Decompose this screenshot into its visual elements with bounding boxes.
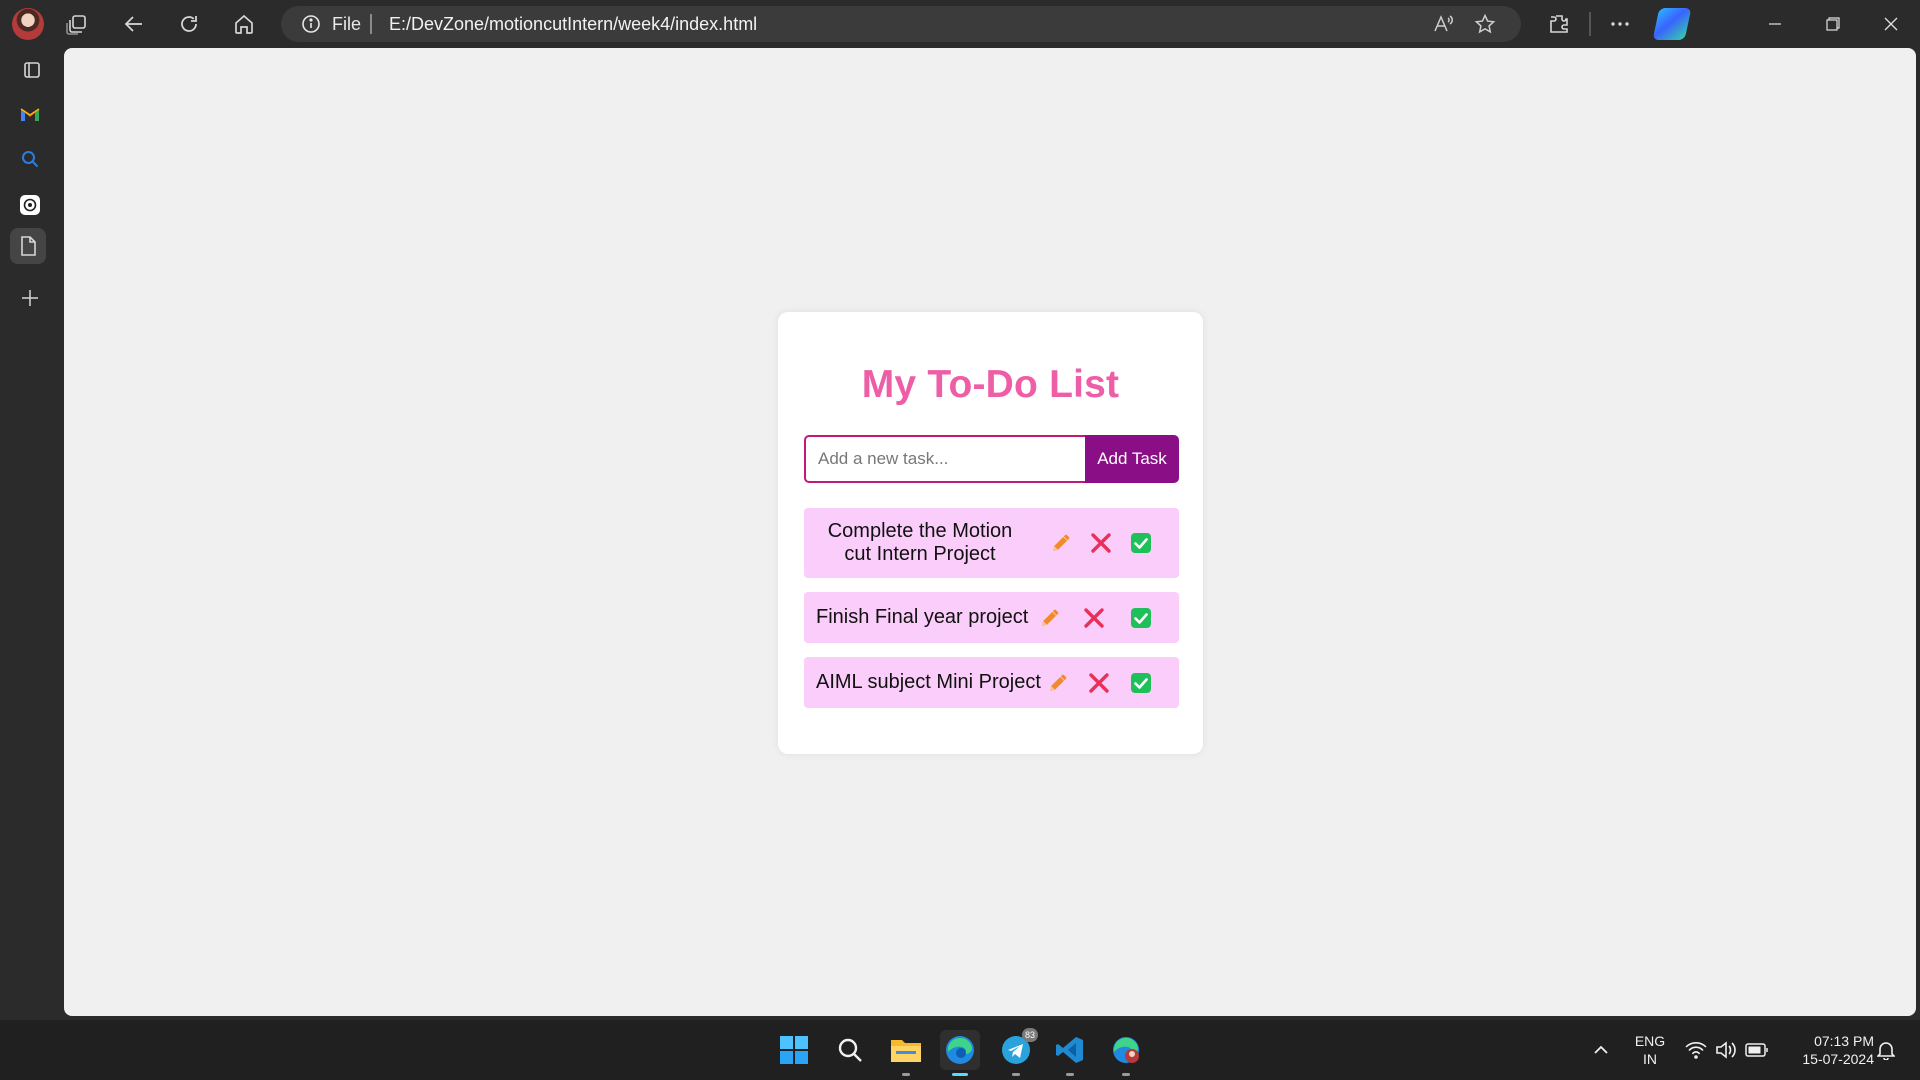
browser-toolbar: File E:/DevZone/motioncutIntern/week4/in… — [0, 0, 1920, 48]
notification-bell-icon[interactable] — [1866, 1030, 1906, 1070]
language-code: ENG — [1634, 1033, 1666, 1049]
address-divider — [370, 14, 372, 34]
close-window-icon[interactable] — [1868, 8, 1914, 40]
active-indicator — [952, 1073, 968, 1076]
restore-icon[interactable] — [1810, 8, 1856, 40]
system-clock[interactable]: 07:13 PM 15-07-2024 — [1780, 1032, 1874, 1068]
add-task-button[interactable]: Add Task — [1085, 435, 1179, 483]
site-info-icon[interactable] — [301, 14, 321, 34]
home-icon[interactable] — [230, 10, 258, 38]
task-item: Finish Final year project — [804, 592, 1179, 643]
address-bar[interactable]: File E:/DevZone/motioncutIntern/week4/in… — [281, 6, 1521, 42]
delete-x-icon[interactable] — [1088, 530, 1114, 556]
search-taskbar-icon[interactable] — [830, 1030, 870, 1070]
workspaces-icon[interactable] — [63, 10, 91, 38]
extensions-icon[interactable] — [1545, 10, 1573, 38]
running-indicator — [1122, 1073, 1130, 1076]
task-text: AIML subject Mini Project — [816, 671, 1041, 693]
minimize-icon[interactable] — [1752, 8, 1798, 40]
taskbar: 83 ENG IN 07:13 PM 15-07-2024 — [0, 1020, 1920, 1080]
windows-start-icon[interactable] — [774, 1030, 814, 1070]
add-sidebar-item-icon[interactable] — [12, 280, 48, 316]
tab-actions-icon[interactable] — [14, 52, 50, 88]
running-indicator — [1066, 1073, 1074, 1076]
refresh-icon[interactable] — [175, 10, 203, 38]
edge-profile-icon[interactable] — [1106, 1030, 1146, 1076]
browser-sidebar — [0, 48, 64, 1020]
new-task-input[interactable] — [804, 435, 1086, 483]
address-scheme-label: File — [332, 14, 362, 34]
copilot-icon[interactable] — [1652, 8, 1692, 40]
search-sidebar-icon[interactable] — [12, 141, 48, 177]
edge-browser-icon[interactable] — [940, 1030, 980, 1076]
complete-check-icon[interactable] — [1128, 530, 1154, 556]
address-url[interactable]: E:/DevZone/motioncutIntern/week4/index.h… — [389, 14, 757, 35]
todo-card: My To-Do List Add Task Complete the Moti… — [778, 312, 1203, 754]
task-item: Complete the Motion cut Intern Project — [804, 508, 1179, 578]
chevron-up-icon[interactable] — [1581, 1030, 1621, 1070]
edit-pencil-icon[interactable] — [1045, 670, 1071, 696]
battery-icon[interactable] — [1737, 1030, 1777, 1070]
delete-x-icon[interactable] — [1086, 670, 1112, 696]
running-indicator — [1012, 1073, 1020, 1076]
gmail-icon[interactable] — [12, 96, 48, 132]
telegram-icon[interactable]: 83 — [996, 1028, 1038, 1076]
delete-x-icon[interactable] — [1081, 605, 1107, 631]
task-text: Complete the Motion cut Intern Project — [827, 520, 1013, 565]
task-item: AIML subject Mini Project — [804, 657, 1179, 708]
complete-check-icon[interactable] — [1128, 670, 1154, 696]
clock-time: 07:13 PM — [1814, 1033, 1874, 1049]
page-title: My To-Do List — [861, 363, 1120, 406]
sidebar-item-page[interactable] — [10, 228, 46, 264]
notification-badge: 83 — [1022, 1028, 1038, 1042]
chatgpt-icon[interactable] — [12, 187, 48, 223]
vscode-icon[interactable] — [1050, 1030, 1090, 1076]
running-indicator — [902, 1073, 910, 1076]
page-viewport: My To-Do List Add Task Complete the Moti… — [64, 48, 1916, 1016]
file-explorer-icon[interactable] — [886, 1030, 926, 1076]
back-icon[interactable] — [120, 10, 148, 38]
complete-check-icon[interactable] — [1128, 605, 1154, 631]
more-options-icon[interactable] — [1606, 10, 1634, 38]
task-text: Finish Final year project — [816, 606, 1029, 628]
clock-date: 15-07-2024 — [1802, 1051, 1874, 1067]
favorite-star-icon[interactable] — [1471, 10, 1499, 38]
profile-avatar[interactable] — [12, 8, 44, 40]
toolbar-divider — [1589, 12, 1591, 36]
edit-pencil-icon[interactable] — [1048, 530, 1074, 556]
edit-pencil-icon[interactable] — [1037, 605, 1063, 631]
read-aloud-icon[interactable] — [1429, 10, 1457, 38]
language-region: IN — [1643, 1051, 1657, 1067]
language-indicator[interactable]: ENG IN — [1626, 1032, 1674, 1068]
